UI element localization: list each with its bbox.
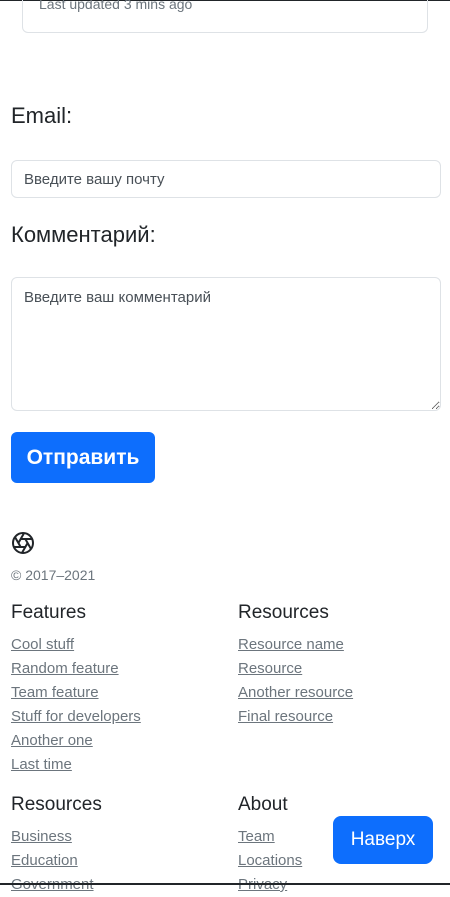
comment-textarea[interactable]	[11, 277, 441, 411]
footer-column-title: Features	[11, 602, 86, 623]
footer-link[interactable]: Business	[11, 828, 72, 845]
footer-column-resources-2: Resources Business Education Government	[11, 793, 211, 897]
footer-link[interactable]: Cool stuff	[11, 636, 74, 653]
footer-link[interactable]: Another resource	[238, 684, 353, 701]
footer-link[interactable]: Last time	[11, 756, 72, 773]
footer-link[interactable]: Locations	[238, 852, 302, 869]
footer-link[interactable]: Resource	[238, 660, 302, 677]
footer-column-title: About	[238, 794, 288, 815]
footer-link[interactable]: Team	[238, 828, 275, 845]
last-updated-text: Last updated 3 mins ago	[39, 0, 193, 12]
email-field[interactable]	[11, 160, 441, 198]
footer-column-features: Features Cool stuff Random feature Team …	[11, 601, 211, 777]
back-to-top-button[interactable]: Наверх	[333, 816, 433, 864]
footer-link[interactable]: Random feature	[11, 660, 119, 677]
footer-link[interactable]: Final resource	[238, 708, 333, 725]
footer-link[interactable]: Resource name	[238, 636, 344, 653]
footer-link[interactable]: Stuff for developers	[11, 708, 141, 725]
comment-label: Комментарий:	[11, 222, 156, 247]
footer-link[interactable]: Another one	[11, 732, 93, 749]
footer-column-title: Resources	[11, 794, 102, 815]
footer-link[interactable]: Education	[11, 852, 78, 869]
card-bottom: Last updated 3 mins ago	[22, 0, 428, 33]
footer-column-title: Resources	[238, 602, 329, 623]
copyright-text: © 2017–2021	[11, 567, 96, 583]
submit-button[interactable]: Отправить	[11, 432, 155, 483]
footer-link[interactable]: Team feature	[11, 684, 99, 701]
footer-column-resources: Resources Resource name Resource Another…	[238, 601, 438, 729]
email-label: Email:	[11, 103, 73, 128]
aperture-icon	[12, 532, 34, 554]
